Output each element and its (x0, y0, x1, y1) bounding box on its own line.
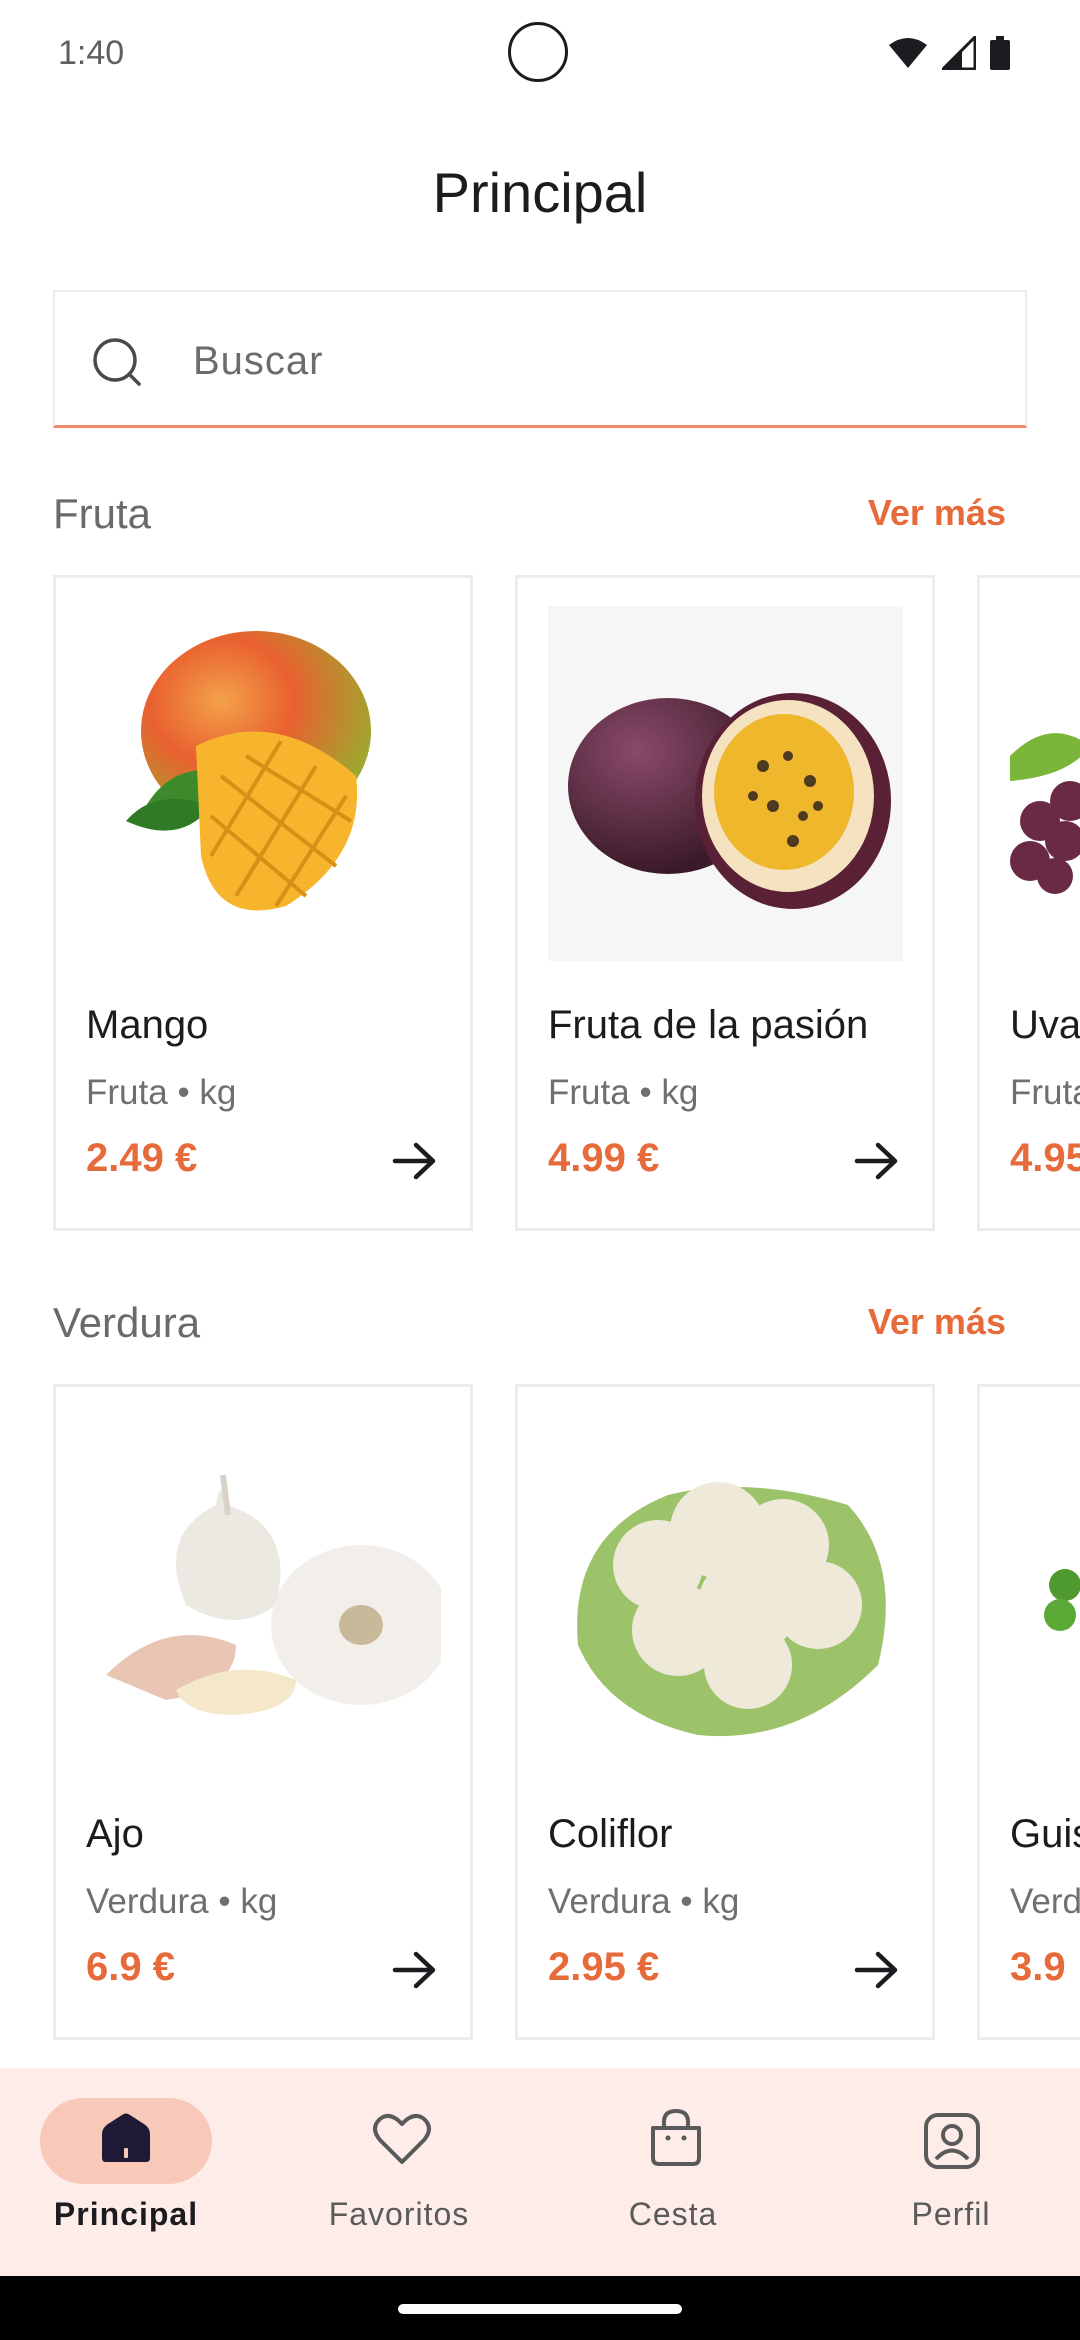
dot-separator: • (218, 1882, 241, 1921)
product-meta: Fruta • kg (86, 1073, 236, 1113)
search-box[interactable] (53, 290, 1027, 428)
nav-item-favoritos[interactable]: Favoritos (270, 2068, 540, 2276)
status-bar: 1:40 (0, 0, 1080, 110)
product-meta: Verd (1010, 1882, 1080, 1922)
status-time: 1:40 (58, 34, 125, 72)
product-price: 6.9 € (86, 1945, 175, 1989)
peas-image (1010, 1415, 1080, 1770)
product-category: Verdura (548, 1882, 671, 1921)
product-category: Verdura (86, 1882, 209, 1921)
arrow-right-icon[interactable] (392, 1950, 438, 1990)
profile-icon (924, 2113, 980, 2169)
product-meta: Fruta (1010, 1073, 1080, 1113)
arrow-right-icon[interactable] (854, 1950, 900, 1990)
product-meta: Verdura • kg (548, 1882, 739, 1922)
search-icon[interactable] (91, 336, 145, 390)
see-more-link[interactable]: Ver más (868, 1301, 1006, 1343)
product-category: Fruta (548, 1073, 630, 1112)
home-icon (102, 2113, 150, 2162)
product-price: 3.9 (1010, 1945, 1066, 1989)
section-title: Fruta (53, 490, 152, 537)
dot-separator: • (680, 1882, 703, 1921)
product-name: Fruta de la pasión (548, 1003, 869, 1047)
product-card-garlic[interactable]: Ajo Verdura • kg 6.9 € (53, 1384, 473, 2040)
product-price: 2.49 € (86, 1136, 198, 1180)
product-price: 4.95 (1010, 1136, 1080, 1180)
nav-label: Cesta (628, 2196, 718, 2232)
nav-item-cesta[interactable]: Cesta (540, 2068, 810, 2276)
arrow-right-icon[interactable] (854, 1141, 900, 1181)
home-gesture-handle[interactable] (398, 2304, 682, 2314)
grapes-image (1010, 606, 1080, 961)
product-card-peas[interactable]: Guis Verd 3.9 (977, 1384, 1080, 2040)
product-meta: Verdura • kg (86, 1882, 277, 1922)
product-unit: kg (199, 1073, 237, 1112)
product-name: Mango (86, 1003, 209, 1047)
nav-label: Favoritos (328, 2196, 470, 2232)
nav-label: Perfil (911, 2196, 991, 2232)
product-name: Coliflor (548, 1812, 673, 1856)
nav-label: Principal (53, 2196, 199, 2232)
product-card-cauliflower[interactable]: Coliflor Verdura • kg 2.95 € (515, 1384, 935, 2040)
product-unit: kg (661, 1073, 699, 1112)
wifi-icon (889, 38, 927, 68)
product-name: Ajo (86, 1812, 144, 1856)
system-gesture-area (0, 2276, 1080, 2340)
battery-icon (990, 36, 1010, 70)
section-header-fruta: Fruta Ver más (53, 490, 1006, 550)
passion-fruit-image (548, 606, 903, 961)
basket-icon (651, 2108, 701, 2166)
search-input[interactable] (191, 322, 995, 400)
product-card-passion-fruit[interactable]: Fruta de la pasión Fruta • kg 4.99 € (515, 575, 935, 1231)
dot-separator: • (639, 1073, 662, 1112)
cauliflower-image (548, 1415, 903, 1770)
product-category: Fruta (1010, 1073, 1080, 1112)
vegetable-carousel[interactable]: Ajo Verdura • kg 6.9 € Coliflor Verdura (53, 1384, 1080, 2040)
product-price: 4.99 € (548, 1136, 660, 1180)
arrow-right-icon[interactable] (392, 1141, 438, 1181)
camera-cutout (508, 22, 568, 82)
page-title: Principal (432, 161, 648, 224)
fruit-carousel[interactable]: Mango Fruta • kg 2.49 € Fruta de la pasi… (53, 575, 1080, 1231)
bottom-navigation: Principal Favoritos Cesta Perfil (0, 2068, 1080, 2276)
status-icons (888, 36, 1010, 70)
product-card-grapes[interactable]: Uva Fruta 4.95 (977, 575, 1080, 1231)
nav-item-principal[interactable]: Principal (0, 2068, 270, 2276)
product-meta: Fruta • kg (548, 1073, 698, 1113)
cellular-signal-icon (942, 36, 976, 70)
product-category: Verd (1010, 1882, 1080, 1921)
product-unit: kg (240, 1882, 278, 1921)
product-name: Guis (1010, 1812, 1080, 1856)
product-card-mango[interactable]: Mango Fruta • kg 2.49 € (53, 575, 473, 1231)
nav-item-perfil[interactable]: Perfil (810, 2068, 1080, 2276)
heart-icon (373, 2113, 431, 2164)
section-header-verdura: Verdura Ver más (53, 1299, 1006, 1359)
product-name: Uva (1010, 1003, 1080, 1047)
product-unit: kg (702, 1882, 740, 1921)
product-category: Fruta (86, 1073, 168, 1112)
dot-separator: • (177, 1073, 200, 1112)
product-price: 2.95 € (548, 1945, 660, 1989)
mango-image (86, 606, 441, 961)
see-more-link[interactable]: Ver más (868, 492, 1006, 534)
garlic-image (86, 1415, 441, 1770)
section-title: Verdura (53, 1299, 201, 1346)
